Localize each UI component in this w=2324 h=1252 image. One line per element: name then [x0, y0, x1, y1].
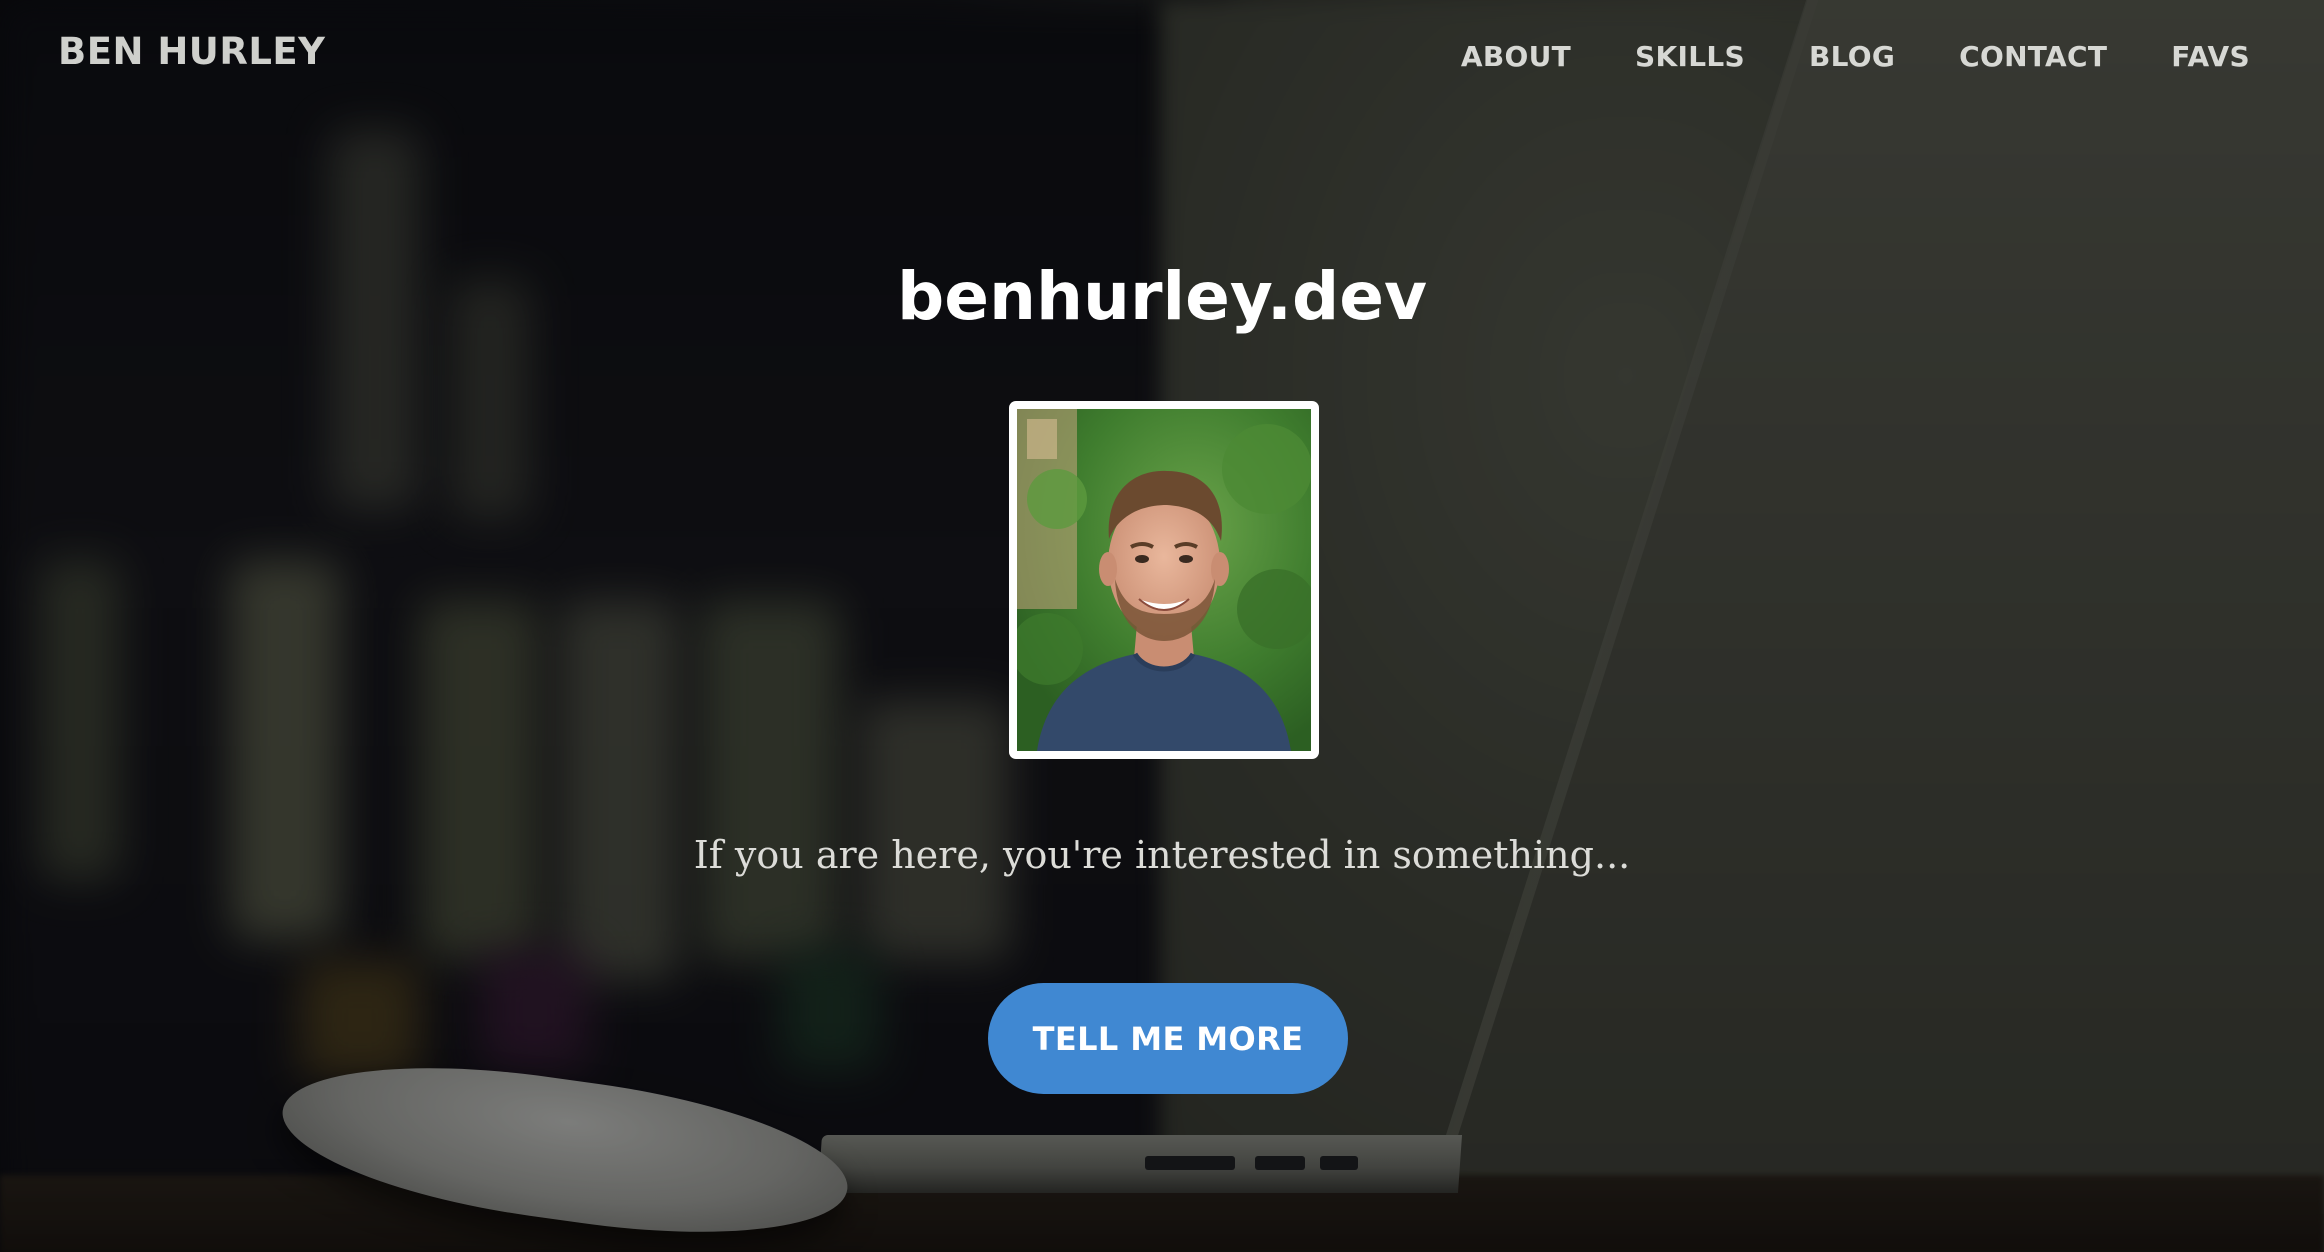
- nav-item-favs: FAVS: [2107, 40, 2250, 73]
- brand-logo-link[interactable]: BEN HURLEY: [58, 30, 325, 73]
- nav-item-skills: SKILLS: [1571, 40, 1745, 73]
- nav-item-blog: BLOG: [1745, 40, 1895, 73]
- nav-link-blog[interactable]: BLOG: [1809, 40, 1895, 73]
- nav-item-about: ABOUT: [1397, 40, 1571, 73]
- nav-link-contact[interactable]: CONTACT: [1959, 40, 2107, 73]
- nav-item-contact: CONTACT: [1895, 40, 2107, 73]
- top-navbar: BEN HURLEY ABOUT SKILLS BLOG CONTACT FAV…: [0, 0, 2324, 112]
- tell-me-more-button[interactable]: TELL ME MORE: [988, 983, 1348, 1094]
- site-title: benhurley.dev: [897, 258, 1427, 335]
- hero-section: BEN HURLEY ABOUT SKILLS BLOG CONTACT FAV…: [0, 0, 2324, 1252]
- nav-link-favs[interactable]: FAVS: [2171, 40, 2250, 73]
- nav-menu: ABOUT SKILLS BLOG CONTACT FAVS: [1397, 40, 2250, 73]
- profile-photo-frame: [1009, 401, 1319, 759]
- profile-photo-icon: [1017, 409, 1311, 751]
- hero-tagline: If you are here, you're interested in so…: [693, 833, 1631, 877]
- nav-link-skills[interactable]: SKILLS: [1635, 40, 1745, 73]
- nav-link-about[interactable]: ABOUT: [1461, 40, 1571, 73]
